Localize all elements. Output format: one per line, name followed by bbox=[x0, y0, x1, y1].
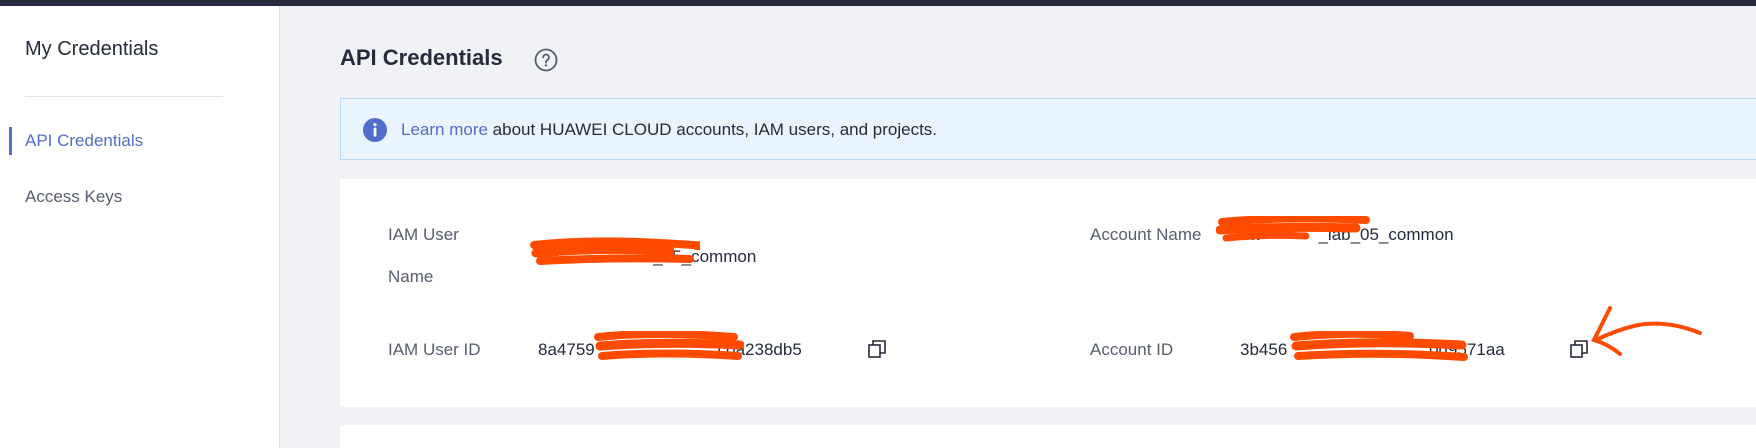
copy-icon[interactable] bbox=[867, 339, 887, 359]
info-banner-text: Learn more about HUAWEI CLOUD accounts, … bbox=[401, 120, 937, 140]
copy-icon[interactable] bbox=[1569, 339, 1589, 359]
account-id-label: Account ID bbox=[1090, 340, 1174, 359]
iam-user-name-value: hw _05_common bbox=[537, 247, 757, 266]
sidebar: My Credentials API Credentials Access Ke… bbox=[0, 6, 280, 448]
info-icon bbox=[363, 118, 387, 142]
iam-user-name-label-line1: IAM User bbox=[388, 225, 459, 244]
iam-user-id-label: IAM User ID bbox=[388, 340, 481, 359]
active-nav-indicator bbox=[9, 127, 12, 155]
info-banner: Learn more about HUAWEI CLOUD accounts, … bbox=[340, 98, 1756, 160]
sidebar-title: My Credentials bbox=[25, 38, 159, 60]
sidebar-item-access-keys[interactable]: Access Keys bbox=[25, 187, 122, 207]
learn-more-link[interactable]: Learn more bbox=[401, 120, 488, 139]
sidebar-item-api-credentials[interactable]: API Credentials bbox=[25, 131, 143, 151]
iam-user-name-label-line2: Name bbox=[388, 267, 434, 286]
secondary-card bbox=[340, 425, 1756, 448]
account-id-value: 3b456 0d9571aa bbox=[1240, 340, 1505, 359]
sidebar-divider bbox=[25, 96, 223, 97]
account-name-value: hw _lab_05_common bbox=[1240, 225, 1454, 244]
help-icon[interactable] bbox=[534, 48, 558, 72]
credentials-card: IAM User Name hw _05_common Account Name… bbox=[340, 179, 1756, 407]
iam-user-id-value: 8a4759 c0a238db5 bbox=[538, 340, 802, 359]
info-banner-description: about HUAWEI CLOUD accounts, IAM users, … bbox=[487, 120, 938, 139]
account-name-label: Account Name bbox=[1090, 225, 1202, 244]
page-title: API Credentials bbox=[340, 45, 503, 70]
